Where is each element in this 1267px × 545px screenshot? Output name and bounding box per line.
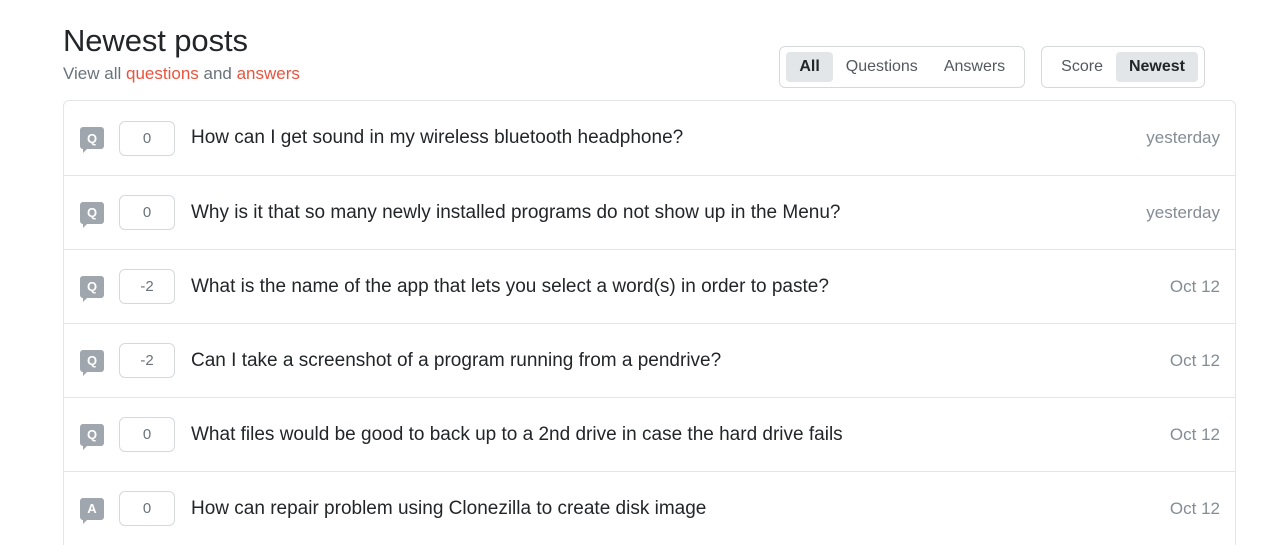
table-row[interactable]: Q -2 What is the name of the app that le… [64,249,1235,323]
page-title: Newest posts [63,23,248,58]
post-title-link[interactable]: How can I get sound in my wireless bluet… [191,126,1126,150]
post-timestamp: Oct 12 [1169,424,1220,444]
filter-all-button[interactable]: All [786,52,833,82]
post-score: 0 [119,120,175,156]
post-type-filter-group: All Questions Answers [779,46,1026,88]
post-timestamp: Oct 12 [1169,276,1220,296]
view-all-questions-link[interactable]: questions [126,64,199,83]
post-timestamp: yesterday [1146,128,1220,147]
filter-questions-button[interactable]: Questions [833,52,931,82]
question-icon: Q [80,201,104,228]
post-score: -2 [119,343,175,378]
post-timestamp: yesterday [1146,202,1220,222]
post-title-link[interactable]: Why is it that so many newly installed p… [191,201,1126,225]
filter-controls: All Questions Answers Score Newest [779,46,1205,88]
sort-score-button[interactable]: Score [1048,52,1116,82]
sort-filter-group: Score Newest [1041,46,1205,88]
answer-icon: A [80,497,104,524]
question-icon: Q [80,423,104,450]
post-title-link[interactable]: What files would be good to back up to a… [191,423,1150,447]
table-row[interactable]: Q 0 How can I get sound in my wireless b… [64,101,1235,175]
subtitle: View all questions and answers [63,63,300,85]
table-row[interactable]: Q 0 Why is it that so many newly install… [64,175,1235,249]
subtitle-prefix: View all [63,64,126,83]
post-timestamp: Oct 12 [1169,498,1220,518]
post-title-link[interactable]: What is the name of the app that lets yo… [191,275,1150,299]
post-title-link[interactable]: How can repair problem using Clonezilla … [191,497,1150,521]
post-timestamp: Oct 12 [1169,350,1220,370]
post-score: 0 [119,195,175,230]
post-score: 0 [119,491,175,526]
post-title-link[interactable]: Can I take a screenshot of a program run… [191,349,1150,373]
sort-newest-button[interactable]: Newest [1115,52,1198,82]
question-icon: Q [80,275,104,302]
post-score: 0 [119,417,175,452]
post-score: -2 [119,269,175,304]
subtitle-middle: and [198,64,237,83]
table-row[interactable]: Q -2 Can I take a screenshot of a progra… [64,323,1235,397]
page-header: Newest posts View all questions and answ… [63,0,1236,100]
view-all-answers-link[interactable]: answers [237,64,300,83]
question-icon: Q [80,127,104,153]
question-icon: Q [80,349,104,376]
filter-answers-button[interactable]: Answers [931,52,1018,82]
table-row[interactable]: A 0 How can repair problem using Clonezi… [64,471,1235,545]
table-row[interactable]: Q 0 What files would be good to back up … [64,397,1235,471]
newest-posts-page: Newest posts View all questions and answ… [0,0,1267,545]
posts-list: Q 0 How can I get sound in my wireless b… [63,100,1236,545]
